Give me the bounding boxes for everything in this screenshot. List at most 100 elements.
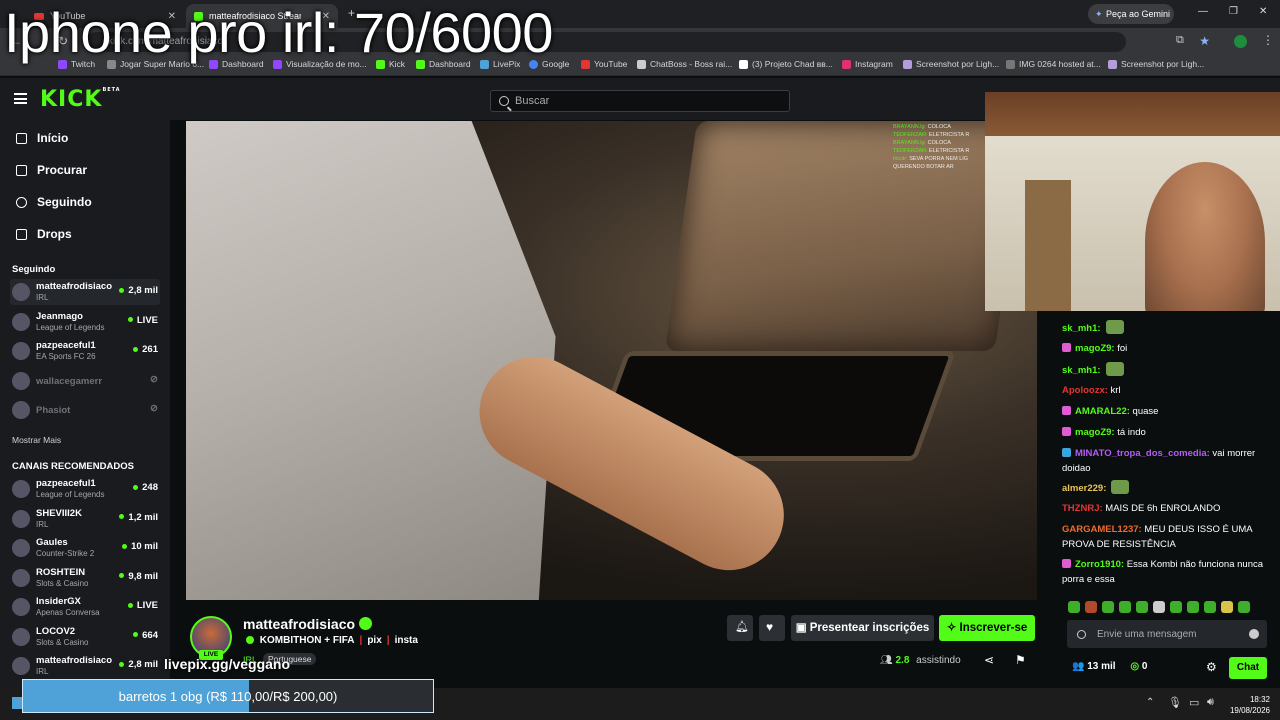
channel-category: Apenas Conversa (36, 608, 100, 617)
emote-icon[interactable] (1102, 601, 1114, 613)
home-icon (16, 132, 27, 144)
avatar (12, 401, 30, 419)
follow-button[interactable]: ♥ (759, 615, 785, 641)
emote-icon[interactable] (1221, 601, 1233, 613)
bookmark-item[interactable]: ChatBoss - Boss rai... (637, 59, 732, 69)
microphone-icon[interactable]: 🎙︎ (1168, 696, 1182, 709)
sidebar-channel-item[interactable]: Jeanmago League of Legends LIVE (10, 309, 160, 335)
chat-message-input[interactable]: Envie uma mensagem (1067, 620, 1267, 648)
avatar (12, 312, 30, 331)
subscribe-button[interactable]: ✧ Inscrever-se (939, 615, 1035, 641)
viewer-badge: 248 (133, 482, 158, 493)
kick-logo[interactable]: KICKBETA (40, 87, 121, 112)
chat-send-button[interactable]: Chat (1229, 657, 1267, 679)
avatar (12, 539, 30, 557)
menu-icon[interactable] (14, 93, 27, 104)
sidebar-item-home[interactable]: Início (16, 131, 68, 145)
streamer-name[interactable]: matteafrodisiaco (243, 616, 355, 632)
chat-username[interactable]: GARGAMEL1237: (1062, 524, 1142, 535)
sidebar-channel-item[interactable]: matteafrodisiaco IRL 2,8 mil (10, 653, 160, 679)
emote-icon[interactable] (1238, 601, 1250, 613)
gear-icon[interactable]: ⚙ (1206, 660, 1217, 674)
sidebar-channel-item[interactable]: wallacegamerr ⊘ (10, 368, 160, 394)
chat-username[interactable]: sk_mh1: (1062, 365, 1101, 376)
channel-name: pazpeaceful1 (36, 478, 96, 489)
maximize-icon[interactable]: ❐ (1229, 6, 1238, 17)
channel-name: pazpeaceful1 (36, 340, 96, 351)
emote-icon[interactable] (1153, 601, 1165, 613)
emote-icon[interactable] (1085, 601, 1097, 613)
chat-username[interactable]: Apoloozx: (1062, 385, 1108, 396)
tray-chevron-icon[interactable]: ⌃ (1146, 697, 1154, 708)
extensions-icon[interactable]: ⧉ (1176, 34, 1184, 47)
emote-icon[interactable] (1119, 601, 1131, 613)
notification-bell-button[interactable]: 🔔︎ (727, 615, 753, 641)
chat-username[interactable]: almer229: (1062, 483, 1106, 494)
sidebar-item-following[interactable]: Seguindo (16, 195, 92, 209)
channel-category: IRL (36, 519, 49, 529)
bookmark-item[interactable]: Screenshot por Ligh... (1108, 59, 1204, 69)
sidebar-channel-item[interactable]: pazpeaceful1 EA Sports FC 26 261 (10, 338, 160, 364)
sidebar-channel-item[interactable]: matteafrodisiaco IRL 2,8 mil (10, 279, 160, 305)
sidebar-channel-item[interactable]: LOCOV2 Slots & Casino 664 (10, 624, 160, 650)
followers-count: 13 mil (1087, 661, 1116, 672)
sidebar: Início Procurar Seguindo Drops Seguindo … (0, 120, 170, 688)
chat-username[interactable]: MINATO_tropa_dos_comedia: (1075, 448, 1210, 459)
emote-icon[interactable] (1170, 601, 1182, 613)
recommended-section-title: CANAIS RECOMENDADOS (12, 461, 134, 472)
sidebar-channel-item[interactable]: ROSHTEIN Slots & Casino 9,8 mil (10, 565, 160, 591)
show-more-link[interactable]: Mostrar Mais (12, 435, 61, 445)
emoji-icon[interactable] (1249, 629, 1259, 639)
chat-username[interactable]: Zorro1910: (1075, 559, 1124, 570)
bookmark-item[interactable]: (3) Projeto Chad вв... (739, 59, 833, 69)
search-placeholder: Buscar (515, 95, 550, 107)
channel-name: Jeanmago (36, 310, 83, 322)
bookmark-item[interactable]: YouTube (581, 59, 627, 69)
bookmark-item[interactable]: Instagram (842, 59, 893, 69)
system-clock[interactable]: 18:32 19/08/2026 (1230, 694, 1270, 716)
gift-subs-button[interactable]: ▣ Presentear inscrições (791, 615, 934, 641)
video-player[interactable]: BRAYANN.lg: COLOCA TEDFERZAR: ELETRICISTA… (186, 121, 1037, 600)
volume-icon[interactable]: 🔊︎ (1207, 696, 1214, 709)
share-icon[interactable]: ⋖ (984, 653, 994, 667)
window-close-icon[interactable]: ✕ (1259, 6, 1267, 17)
sidebar-channel-item[interactable]: pazpeaceful1 League of Legends 248 (10, 476, 160, 502)
sidebar-channel-item[interactable]: Gaules Counter-Strike 2 10 mil (10, 535, 160, 561)
emote-icon[interactable] (1068, 601, 1080, 613)
emote-icon[interactable] (1204, 601, 1216, 613)
avatar (12, 627, 30, 646)
sidebar-item-browse[interactable]: Procurar (16, 163, 87, 177)
chat-badge-icon (1062, 427, 1071, 436)
sidebar-channel-item[interactable]: InsiderGX Apenas Conversa LIVE (10, 594, 160, 620)
chat-settings-icon[interactable] (1077, 630, 1086, 639)
emote-icon[interactable] (1136, 601, 1148, 613)
search-input[interactable]: Buscar (490, 90, 790, 112)
minimize-icon[interactable]: — (1198, 6, 1208, 17)
kebab-menu-icon[interactable]: ⋮ (1262, 33, 1274, 47)
profile-avatar[interactable] (1234, 35, 1247, 48)
chat-username[interactable]: magoZ9: (1075, 427, 1115, 438)
channel-category: IRL (36, 667, 49, 676)
bookmark-item[interactable]: Screenshot por Ligh... (903, 59, 999, 69)
network-icon[interactable]: ▭ (1189, 696, 1199, 709)
chat-username[interactable]: THZNRJ: (1062, 503, 1103, 514)
gemini-button[interactable]: ✦ Peça ao Gemini (1088, 4, 1174, 24)
chat-username[interactable]: AMARAL22: (1075, 406, 1130, 417)
chat-username[interactable]: magoZ9: (1075, 343, 1115, 354)
bell-icon: 🔔︎ (735, 621, 749, 633)
video-chat-line: QUERENDO BOTAR AR (893, 164, 954, 170)
clip-icon[interactable]: ⚑ (1015, 653, 1026, 667)
chat-username[interactable]: sk_mh1: (1062, 323, 1101, 334)
emote-icon[interactable] (1187, 601, 1199, 613)
sidebar-channel-item[interactable]: Phasiot ⊘ (10, 397, 160, 423)
channel-category: EA Sports FC 26 (36, 352, 96, 361)
sidebar-item-drops[interactable]: Drops (16, 227, 72, 241)
chat-emote-icon (1105, 320, 1124, 334)
viewer-badge: 1,2 mil (119, 512, 158, 523)
sidebar-channel-item[interactable]: SHEVIII2K IRL 1,2 mil (10, 506, 160, 532)
viewer-badge: LIVE (128, 315, 158, 326)
viewer-badge: LIVE (128, 600, 158, 611)
bookmark-star-icon[interactable]: ★ (1199, 34, 1210, 48)
followers-icon: 👥 (1072, 661, 1085, 672)
bookmark-item[interactable]: IMG 0264 hosted at... (1006, 59, 1101, 69)
